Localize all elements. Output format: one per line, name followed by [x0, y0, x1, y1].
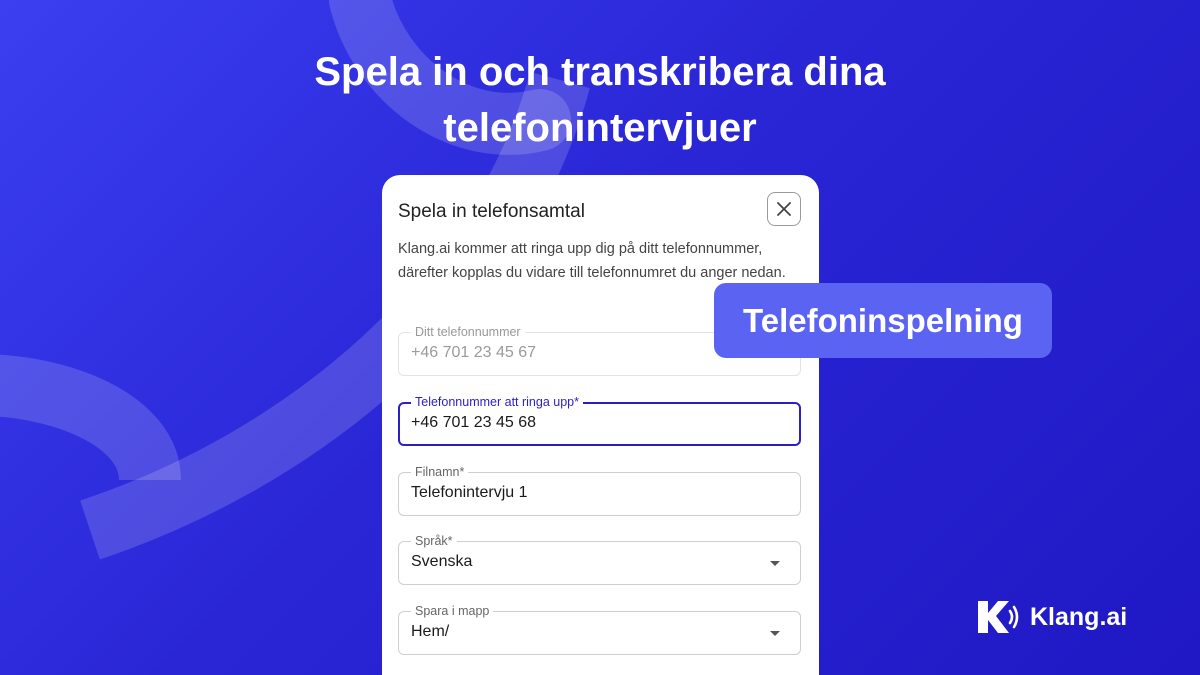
dialog-title: Spela in telefonsamtal	[398, 201, 585, 222]
close-button[interactable]	[767, 192, 801, 226]
chevron-down-icon	[770, 561, 780, 566]
folder-label: Spara i mapp	[411, 603, 494, 619]
call-number-input[interactable]: Telefonnummer att ringa upp* +46 701 23 …	[398, 394, 801, 446]
my-phone-number-label: Ditt telefonnummer	[411, 324, 525, 340]
call-number-value: +46 701 23 45 68	[411, 414, 537, 431]
language-value: Svenska	[411, 553, 473, 570]
dialog-description: Klang.ai kommer att ringa upp dig på dit…	[398, 241, 786, 281]
brand-name: Klang.ai	[1030, 602, 1128, 631]
close-icon	[777, 202, 791, 216]
folder-value: Hem/	[411, 623, 450, 640]
language-select[interactable]: Språk* Svenska	[398, 533, 801, 585]
folder-select[interactable]: Spara i mapp Hem/	[398, 603, 801, 655]
headline-line-1: Spela in och transkribera dina	[314, 50, 886, 94]
language-label: Språk*	[411, 533, 457, 549]
feature-badge: Telefoninspelning	[714, 283, 1052, 358]
filename-input[interactable]: Filnamn* Telefonintervju 1	[398, 464, 801, 516]
klang-logo-icon	[978, 601, 1019, 633]
record-call-dialog: Spela in telefonsamtal Klang.ai kommer a…	[382, 175, 819, 675]
brand-logo: Klang.ai	[976, 597, 1127, 637]
filename-label: Filnamn*	[411, 464, 469, 480]
my-phone-number-value: +46 701 23 45 67	[411, 344, 537, 361]
headline-line-2: telefonintervjuer	[443, 106, 757, 150]
chevron-down-icon	[770, 631, 780, 636]
page-headline: Spela in och transkribera dina telefonin…	[0, 44, 1200, 156]
filename-value: Telefonintervju 1	[411, 484, 528, 501]
call-number-label: Telefonnummer att ringa upp*	[411, 394, 583, 410]
